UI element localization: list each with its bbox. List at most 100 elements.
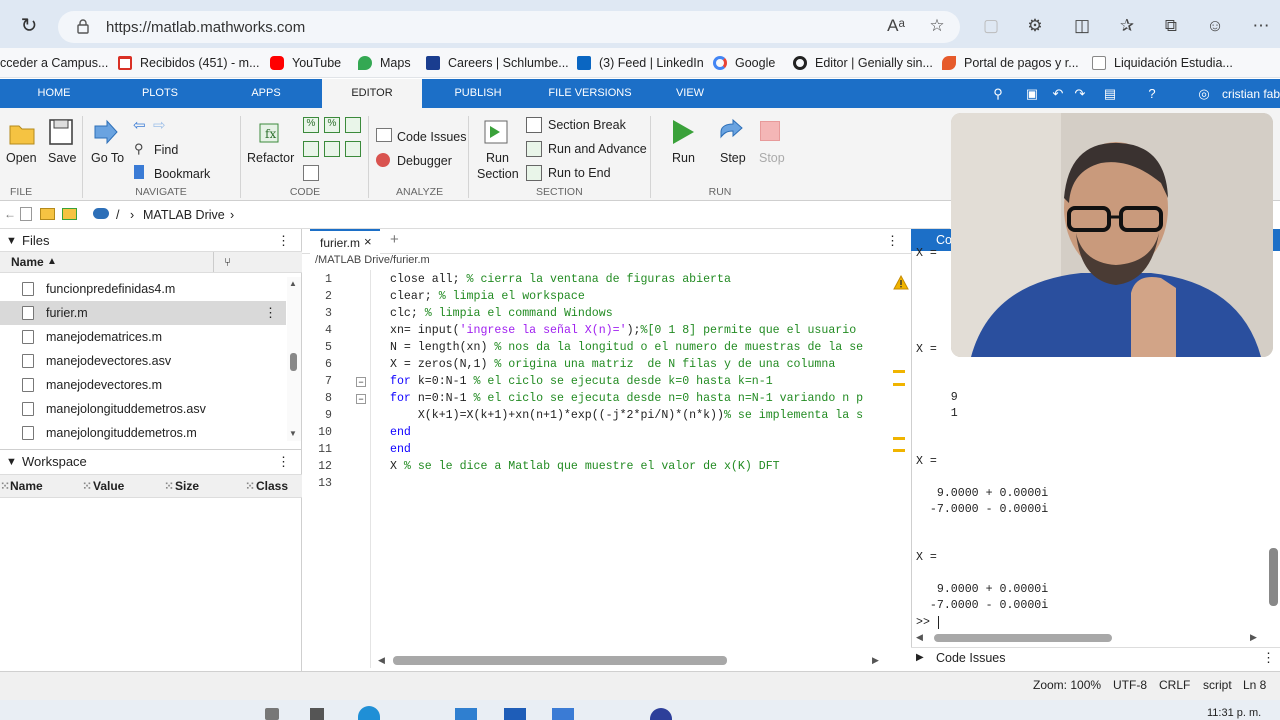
layout-icon[interactable]: ▤: [1102, 86, 1118, 102]
scroll-thumb[interactable]: [290, 353, 297, 371]
column-name[interactable]: Name: [11, 252, 44, 272]
ws-col-name[interactable]: Name: [10, 475, 43, 497]
ws-col-class[interactable]: Class: [256, 475, 288, 497]
path-root[interactable]: /: [116, 208, 119, 222]
editor-hscroll-thumb[interactable]: [393, 656, 727, 665]
outdent-icon[interactable]: [345, 141, 361, 157]
issue-marker[interactable]: [893, 437, 905, 440]
run-button[interactable]: Run: [672, 151, 695, 165]
bookmark-button[interactable]: Bookmark: [154, 167, 210, 181]
code-line[interactable]: for k=0:N-1 % el ciclo se ejecuta desde …: [390, 373, 886, 390]
section-break-button[interactable]: Section Break: [548, 118, 626, 132]
forward-arrow-icon[interactable]: ⇨: [153, 116, 166, 134]
open-button[interactable]: Open: [6, 151, 37, 165]
file-row[interactable]: manejodematrices.m: [0, 325, 286, 349]
bookmark-careers[interactable]: Careers | Schlumbe...: [426, 55, 569, 71]
collapse-icon[interactable]: ▼: [6, 450, 17, 474]
code-line[interactable]: close all; % cierra la ventana de figura…: [390, 271, 886, 288]
code-issues-menu-icon[interactable]: ⋮: [1262, 650, 1275, 666]
tab-apps[interactable]: APPS: [224, 79, 308, 108]
ws-col-size[interactable]: Size: [175, 475, 199, 497]
goto-icon[interactable]: [92, 118, 120, 146]
profile-icon[interactable]: ☺: [1204, 15, 1226, 37]
bookmark-icon[interactable]: [134, 165, 144, 179]
refactor-icon[interactable]: fx: [256, 118, 284, 146]
code-line[interactable]: [390, 475, 886, 492]
tab-editor[interactable]: EDITOR: [322, 79, 422, 108]
taskbar-app-icon[interactable]: [455, 708, 477, 720]
stop-button[interactable]: Stop: [759, 151, 785, 165]
file-row[interactable]: manejodevectores.m: [0, 373, 286, 397]
wrap-icon[interactable]: [345, 117, 361, 133]
cmd-vscroll-thumb[interactable]: [1269, 548, 1278, 606]
stop-icon[interactable]: [760, 121, 780, 141]
bookmark-maps[interactable]: Maps: [358, 55, 411, 71]
back-arrow-icon[interactable]: ⇦: [133, 116, 146, 134]
ws-col-value[interactable]: Value: [93, 475, 124, 497]
run-section-icon[interactable]: [482, 118, 510, 146]
warning-icon[interactable]: [893, 274, 909, 290]
file-row[interactable]: manejolongituddemetros.asv: [0, 397, 286, 421]
editor-tab-furier[interactable]: furier.m ×: [310, 229, 380, 254]
cmd-prompt[interactable]: >>: [916, 616, 930, 629]
code-line[interactable]: X(k+1)=X(k+1)+xn(n+1)*exp((-j*2*pi/N)*(n…: [390, 407, 886, 424]
code-line[interactable]: clc; % limpia el command Windows: [390, 305, 886, 322]
taskbar-app-icon[interactable]: [310, 708, 324, 720]
files-scrollbar[interactable]: ▲ ▼: [287, 277, 301, 441]
status-eol[interactable]: CRLF: [1159, 678, 1190, 692]
taskbar-app-icon[interactable]: [552, 708, 574, 720]
redo-icon[interactable]: ↷: [1072, 86, 1088, 102]
more-icon[interactable]: ⋯: [1250, 15, 1272, 37]
read-aloud-icon[interactable]: Aᵃ: [885, 15, 907, 37]
scroll-up-icon[interactable]: ▲: [289, 279, 297, 288]
collections-icon[interactable]: ⧉: [1160, 15, 1182, 37]
new-file-icon[interactable]: [20, 207, 32, 221]
save-quick-icon[interactable]: ▣: [1024, 86, 1040, 102]
tab-view[interactable]: VIEW: [652, 79, 728, 108]
fold-icon[interactable]: −: [356, 394, 366, 404]
collapse-icon[interactable]: ▼: [6, 229, 17, 253]
tab-home[interactable]: HOME: [10, 79, 98, 108]
scroll-down-icon[interactable]: ▼: [289, 429, 297, 438]
run-to-end-icon[interactable]: [526, 165, 542, 181]
user-icon[interactable]: ◎: [1196, 86, 1212, 102]
taskbar-app-icon[interactable]: [265, 708, 279, 720]
lock-icon[interactable]: [76, 18, 90, 34]
save-button[interactable]: Save: [48, 151, 77, 165]
status-zoom[interactable]: Zoom: 100%: [1033, 678, 1101, 692]
upload-folder-icon[interactable]: [62, 208, 77, 220]
cmd-hscroll-thumb[interactable]: [934, 634, 1112, 642]
add-tab-icon[interactable]: +: [390, 231, 399, 248]
hscroll-right-icon[interactable]: ▶: [872, 655, 879, 666]
back-icon[interactable]: ←: [4, 207, 16, 221]
fx-icon[interactable]: [303, 165, 319, 181]
placeholder-icon[interactable]: ▢: [980, 15, 1002, 37]
code-line[interactable]: xn= input('ingrese la señal X(n)=');%[0 …: [390, 322, 886, 339]
bookmark-campus[interactable]: cceder a Campus...: [0, 55, 108, 71]
reload-icon[interactable]: ↻: [18, 16, 40, 38]
file-row[interactable]: funcionpredefinidas4.m: [0, 277, 286, 301]
tab-file-versions[interactable]: FILE VERSIONS: [536, 79, 644, 108]
path-folder[interactable]: MATLAB Drive: [143, 208, 225, 222]
step-icon[interactable]: [718, 118, 746, 146]
undo-icon[interactable]: ↶: [1050, 86, 1066, 102]
code-line[interactable]: X = zeros(N,1) % origina una matriz de N…: [390, 356, 886, 373]
code-line[interactable]: end: [390, 441, 886, 458]
files-menu-icon[interactable]: ⋮: [277, 229, 290, 253]
search-icon[interactable]: ⚲: [990, 86, 1006, 102]
status-encoding[interactable]: UTF-8: [1113, 678, 1147, 692]
new-folder-icon[interactable]: [40, 208, 55, 220]
bookmark-portal[interactable]: Portal de pagos y r...: [942, 55, 1079, 71]
help-icon[interactable]: ?: [1144, 86, 1160, 102]
smart-indent-icon[interactable]: [324, 141, 340, 157]
code-issues-icon[interactable]: [376, 128, 392, 142]
bookmark-linkedin[interactable]: (3) Feed | LinkedIn: [577, 55, 704, 71]
open-folder-icon[interactable]: [8, 120, 36, 146]
run-to-end-button[interactable]: Run to End: [548, 166, 611, 180]
hscroll-left-icon[interactable]: ◀: [378, 655, 385, 666]
save-icon[interactable]: [48, 118, 74, 146]
run-section-label-1[interactable]: Run: [486, 151, 509, 165]
cmd-hscroll-right-icon[interactable]: ▶: [1250, 632, 1257, 643]
file-row[interactable]: manejolongituddemetros.m: [0, 421, 286, 445]
code-issues-panel-title[interactable]: Code Issues: [936, 651, 1005, 665]
